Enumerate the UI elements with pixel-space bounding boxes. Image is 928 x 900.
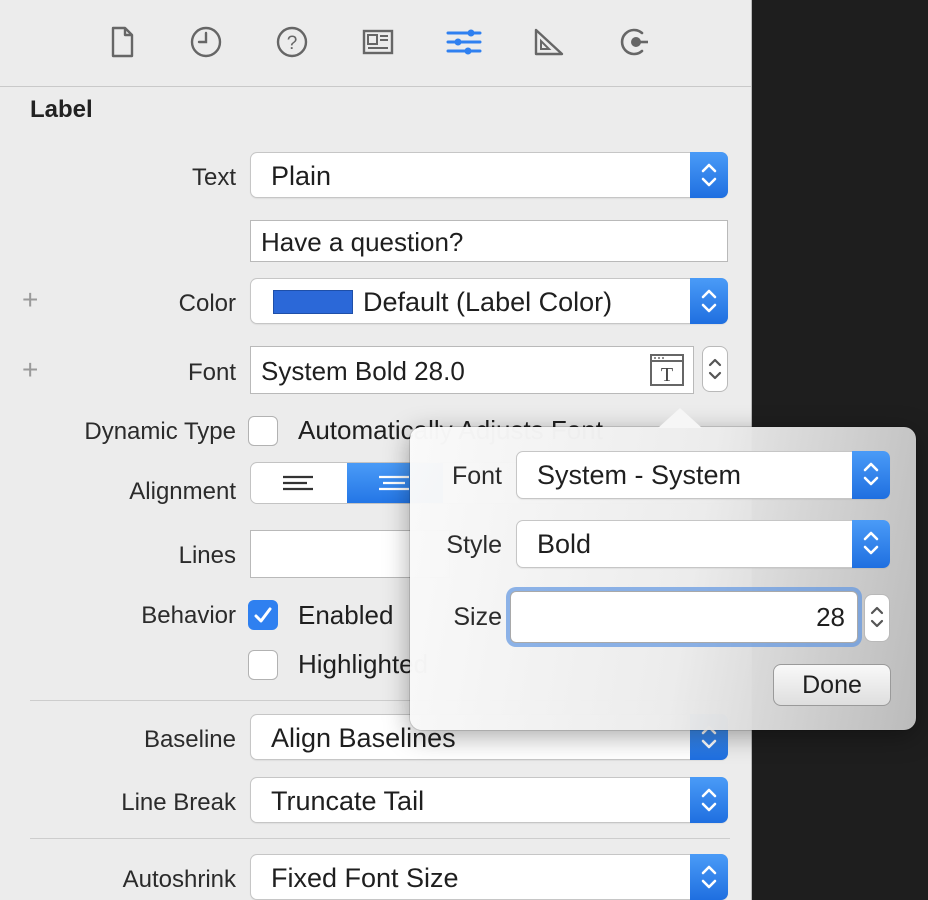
section-divider: [30, 838, 730, 839]
enabled-label: Enabled: [298, 600, 394, 630]
popover-arrow: [658, 408, 702, 428]
popup-stepper: [690, 278, 728, 324]
alignment-label: Alignment: [129, 478, 236, 505]
identity-card-icon[interactable]: [358, 22, 398, 62]
attributes-sliders-icon[interactable]: [444, 22, 484, 62]
inspector-toolbar: ?: [0, 0, 751, 87]
font-picker-icon[interactable]: T: [649, 352, 685, 388]
font-label: Font: [187, 359, 236, 386]
font-family-value: System - System: [537, 460, 742, 490]
highlighted-checkbox[interactable]: [248, 650, 278, 680]
clock-icon[interactable]: [186, 22, 226, 62]
line-break-label: Line Break: [121, 789, 236, 816]
font-size-stepper[interactable]: [702, 346, 728, 392]
popover-size-label: Size: [453, 603, 502, 631]
label-text-field[interactable]: Have a question?: [250, 220, 728, 262]
popup-stepper: [690, 152, 728, 198]
text-type-popup[interactable]: Plain: [250, 152, 728, 198]
font-value: System Bold 28.0: [261, 356, 465, 386]
svg-text:?: ?: [287, 33, 298, 54]
popover-font-label: Font: [451, 462, 502, 490]
font-field[interactable]: System Bold 28.0 T: [250, 346, 694, 394]
popover-size-stepper[interactable]: [864, 594, 890, 642]
chevron-updown-icon: [701, 163, 717, 187]
size-ruler-icon[interactable]: [528, 22, 568, 62]
baseline-label: Baseline: [143, 726, 236, 753]
color-swatch: [273, 290, 353, 314]
autoshrink-popup[interactable]: Fixed Font Size: [250, 854, 728, 900]
popup-stepper: [852, 520, 890, 568]
popover-style-label: Style: [446, 531, 502, 559]
chevron-updown-icon: [863, 531, 879, 555]
adjusts-font-checkbox[interactable]: [248, 416, 278, 446]
popup-stepper: [690, 854, 728, 900]
done-button[interactable]: Done: [773, 664, 891, 706]
font-style-value: Bold: [537, 529, 592, 559]
line-break-value: Truncate Tail: [271, 786, 425, 816]
chevron-updown-icon: [701, 865, 717, 889]
font-popover: Font System - System Style Bold Size 28 …: [410, 408, 916, 730]
font-family-popup[interactable]: System - System: [516, 451, 890, 499]
font-size-value: 28: [816, 602, 845, 632]
svg-text:T: T: [661, 364, 673, 386]
popup-stepper: [690, 777, 728, 823]
chevron-updown-icon: [701, 289, 717, 313]
dynamic-type-label: Dynamic Type: [84, 418, 236, 445]
autoshrink-label: Autoshrink: [122, 866, 236, 893]
font-size-field[interactable]: 28: [510, 591, 858, 643]
connections-icon[interactable]: [614, 22, 654, 62]
highlighted-label: Highlighted: [298, 649, 429, 679]
color-popup[interactable]: Default (Label Color): [250, 278, 728, 324]
align-left-button[interactable]: [251, 463, 347, 503]
label-text-value: Have a question?: [261, 227, 464, 257]
text-type-value: Plain: [271, 161, 332, 191]
chevron-updown-icon: [863, 462, 879, 486]
font-style-popup[interactable]: Bold: [516, 520, 890, 568]
chevron-updown-icon: [870, 606, 884, 628]
line-break-popup[interactable]: Truncate Tail: [250, 777, 728, 823]
text-label: Text: [191, 164, 236, 191]
help-icon[interactable]: ?: [272, 22, 312, 62]
file-icon[interactable]: [102, 22, 142, 62]
color-label: Color: [178, 290, 236, 317]
section-title-label: Label: [30, 96, 93, 123]
enabled-checkbox[interactable]: [248, 600, 278, 630]
chevron-updown-icon: [701, 788, 717, 812]
color-value: Default (Label Color): [363, 287, 613, 317]
behavior-label: Behavior: [141, 602, 236, 629]
align-left-icon: [283, 475, 313, 491]
checkmark-icon: [254, 607, 272, 623]
lines-label: Lines: [178, 542, 236, 569]
autoshrink-value: Fixed Font Size: [271, 863, 459, 893]
popup-stepper: [852, 451, 890, 499]
chevron-updown-icon: [708, 358, 722, 380]
